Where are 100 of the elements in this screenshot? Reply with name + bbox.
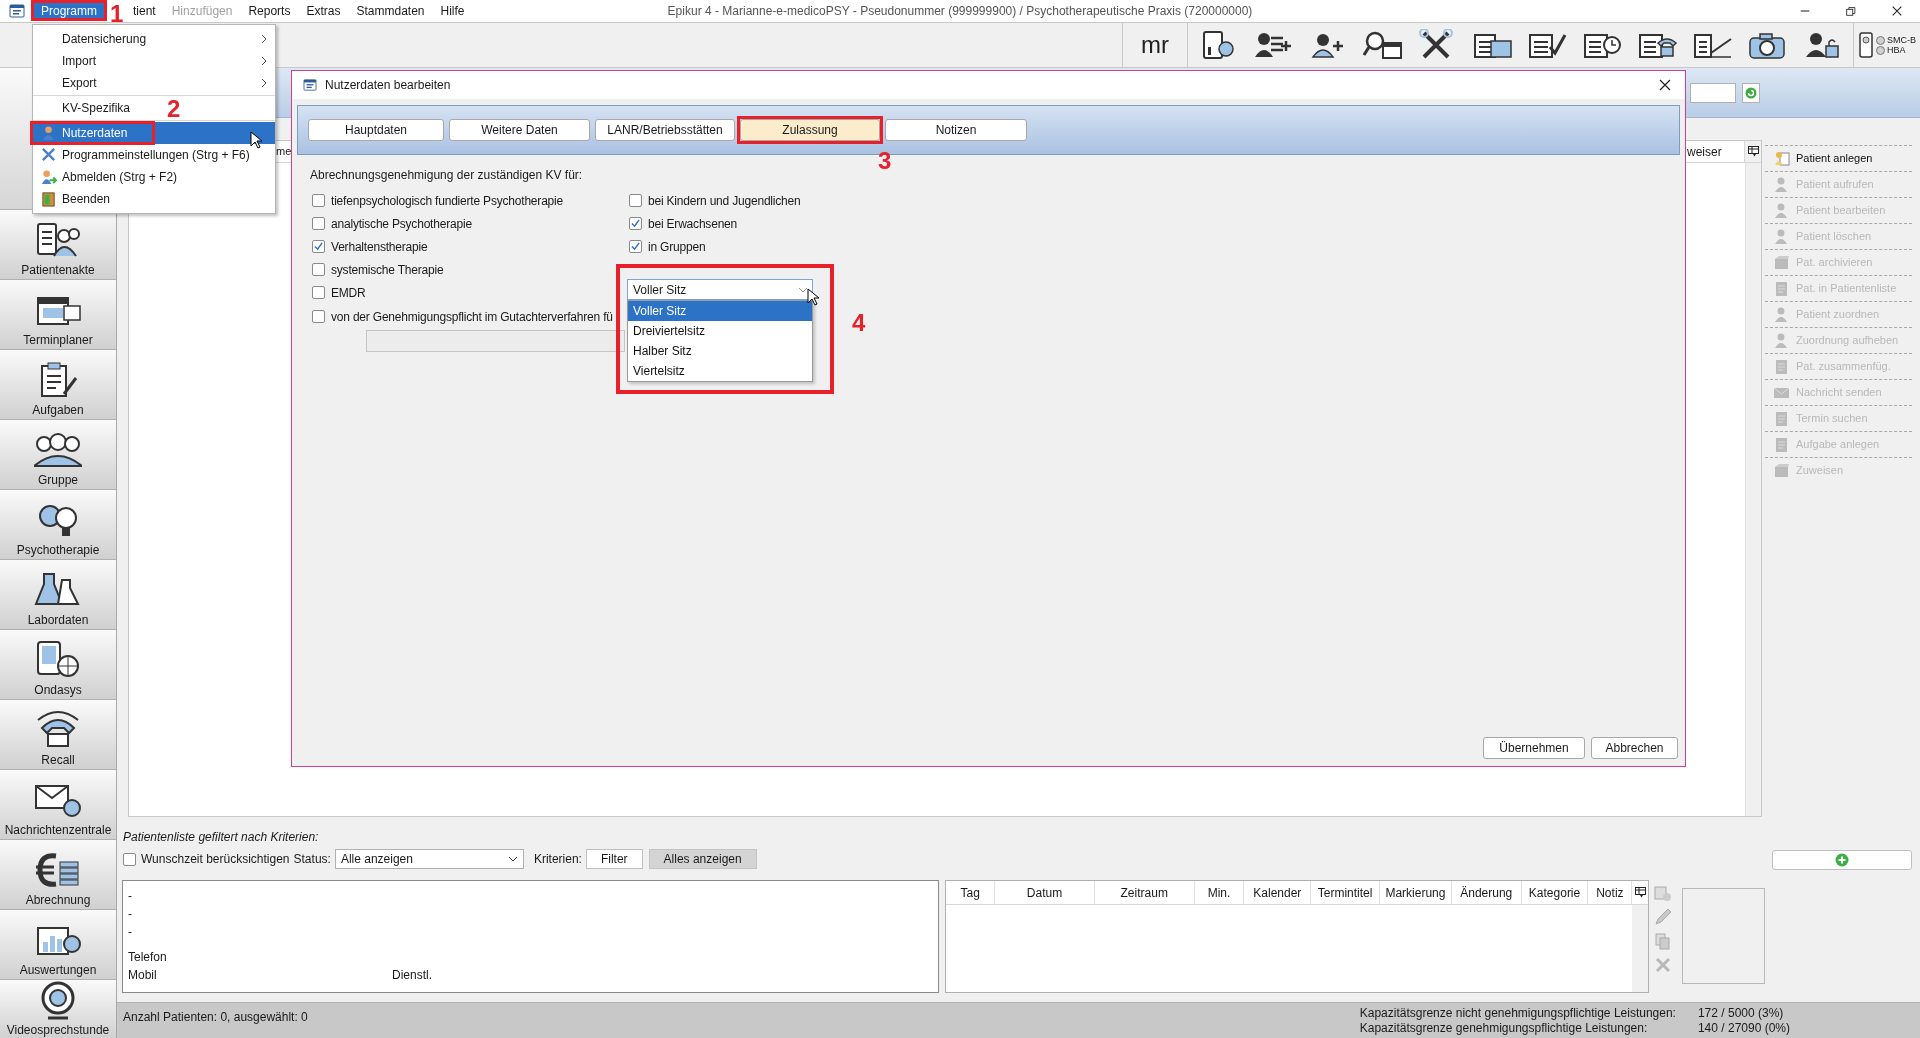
dropdown-option[interactable]: Halber Sitz: [628, 341, 812, 361]
sidebar-item[interactable]: Psychotherapie: [0, 490, 116, 560]
text-field[interactable]: [366, 330, 625, 352]
search-field[interactable]: [1690, 82, 1736, 103]
dialog-button[interactable]: Abbrechen: [1591, 737, 1678, 759]
info-text: -: [128, 906, 133, 923]
chevron-right-icon: [261, 56, 267, 66]
checkbox-label: tiefenpsychologisch fundierte Psychotherapie: [331, 192, 563, 210]
checkbox[interactable]: [629, 194, 642, 207]
menu-item[interactable]: Extras: [298, 1, 349, 21]
tab[interactable]: LANR/Betriebsstätten: [595, 119, 735, 141]
tab[interactable]: Weitere Daten: [449, 119, 590, 141]
checkbox[interactable]: [123, 852, 136, 866]
menu-item[interactable]: Hilfe: [432, 1, 473, 21]
status-value: 140 / 27090 (0%): [1697, 1020, 1790, 1036]
checkbox[interactable]: [312, 217, 325, 230]
card-label: SMC-B: [1887, 35, 1916, 45]
tab[interactable]: Notizen: [885, 119, 1027, 141]
sidebar-item[interactable]: Gruppe: [0, 420, 116, 490]
menu-item[interactable]: Beenden: [62, 190, 111, 208]
chevron-down-icon: [507, 856, 518, 862]
door-icon: [41, 191, 57, 207]
checkbox[interactable]: [312, 194, 325, 207]
seat-dropdown[interactable]: Voller Sitz: [627, 279, 813, 300]
app-icon: [303, 79, 317, 91]
person-arrow-icon: [41, 169, 57, 185]
column-header: Notiz: [1588, 881, 1633, 904]
annotation-number: 3: [878, 149, 892, 173]
close-icon[interactable]: [1659, 79, 1671, 91]
menu-item[interactable]: Export: [62, 74, 97, 92]
column-header: Kalender: [1244, 881, 1312, 904]
field-label: Kriterien:: [533, 851, 582, 868]
check-icon: [631, 242, 640, 251]
column-header: Markierung: [1380, 881, 1452, 904]
menu-item[interactable]: Datensicherung: [62, 30, 147, 48]
status-dropdown[interactable]: Alle anzeigen: [334, 849, 524, 869]
refresh-button[interactable]: [1742, 82, 1760, 103]
status-text: Kapazitätsgrenze genehmigungspflichtige Leistungen:: [1359, 1020, 1649, 1036]
menu-item[interactable]: tient: [125, 1, 164, 21]
user-initials: mr: [1141, 30, 1169, 60]
checkbox[interactable]: [312, 263, 325, 276]
coin-stack-icon: [34, 850, 82, 890]
close-icon[interactable]: [1891, 5, 1903, 17]
sidebar-item[interactable]: Labordaten: [0, 560, 116, 630]
sidebar-item[interactable]: Nachrichtenzentrale: [0, 770, 116, 840]
sidebar-item[interactable]: Recall: [0, 700, 116, 770]
check-icon: [314, 242, 323, 251]
document-icon: [1773, 358, 1790, 375]
annotation-number: 4: [852, 311, 866, 335]
menu-item[interactable]: Abmelden (Strg + F2): [62, 168, 178, 186]
sidebar-item[interactable]: Ondasys: [0, 630, 116, 700]
refresh-icon: [1745, 86, 1757, 99]
tab[interactable]: Zulassung: [740, 119, 880, 141]
person-icon: [1773, 306, 1790, 323]
field-label: Status:: [293, 851, 331, 868]
document-icon: [1773, 280, 1790, 297]
checkbox-label: systemische Therapie: [331, 261, 444, 279]
status-value: 172 / 5000 (3%): [1697, 1005, 1785, 1021]
column-header: Datum: [995, 881, 1095, 904]
person-icon: [41, 125, 57, 141]
filter-button[interactable]: Alles anzeigen: [648, 849, 757, 869]
dropdown-option[interactable]: Viertelsitz: [628, 361, 812, 381]
checkbox[interactable]: [312, 286, 325, 299]
plus-icon: [1835, 853, 1849, 867]
dialog-button[interactable]: Übernehmen: [1483, 737, 1585, 759]
tab[interactable]: Hauptdaten: [308, 119, 444, 141]
column-chooser-icon[interactable]: [1634, 887, 1646, 898]
filter-button[interactable]: Filter: [585, 849, 643, 869]
menu-item[interactable]: KV-Spezifika: [62, 99, 131, 117]
box-icon: [1773, 462, 1790, 479]
status-text: Kapazitätsgrenze nicht genehmigungspflichtige Leistungen:: [1359, 1005, 1676, 1021]
checkbox[interactable]: [629, 240, 642, 253]
sidebar-item[interactable]: Terminplaner: [0, 280, 116, 350]
sidebar-item[interactable]: Auswertungen: [0, 910, 116, 980]
annotation-number: 2: [167, 97, 181, 121]
column-header: Zeitraum: [1094, 881, 1195, 904]
dropdown-option[interactable]: Dreiviertelsitz: [628, 321, 812, 341]
info-text: -: [128, 924, 133, 941]
mouse-pointer-icon: [250, 131, 263, 149]
checkbox[interactable]: [629, 217, 642, 230]
column-header: Termintitel: [1311, 881, 1381, 904]
menu-item[interactable]: Stammdaten: [348, 1, 433, 21]
column-chooser-icon[interactable]: [1747, 146, 1759, 157]
checkbox-label: Verhaltenstherapie: [331, 238, 428, 256]
menu-item[interactable]: Reports: [240, 1, 299, 21]
search-calendar-icon[interactable]: [1363, 29, 1403, 61]
add-button[interactable]: [1772, 850, 1912, 870]
menu-item[interactable]: Import: [62, 52, 96, 70]
menu-item[interactable]: Programmeinstellungen (Strg + F6): [62, 146, 250, 164]
document-icon: [1773, 436, 1790, 453]
checkbox[interactable]: [312, 240, 325, 253]
action-item[interactable]: Patient anlegen: [1765, 145, 1912, 171]
sidebar-item[interactable]: Abrechnung: [0, 840, 116, 910]
sidebar-item[interactable]: Patientenakte: [0, 210, 116, 280]
checkbox-label: EMDR: [331, 284, 366, 302]
sidebar-item[interactable]: Videosprechstunde: [0, 980, 116, 1038]
sidebar-item[interactable]: Aufgaben: [0, 350, 116, 420]
dropdown-option[interactable]: Voller Sitz: [628, 301, 812, 321]
restore-icon[interactable]: [1845, 5, 1857, 17]
checkbox[interactable]: [312, 310, 325, 323]
